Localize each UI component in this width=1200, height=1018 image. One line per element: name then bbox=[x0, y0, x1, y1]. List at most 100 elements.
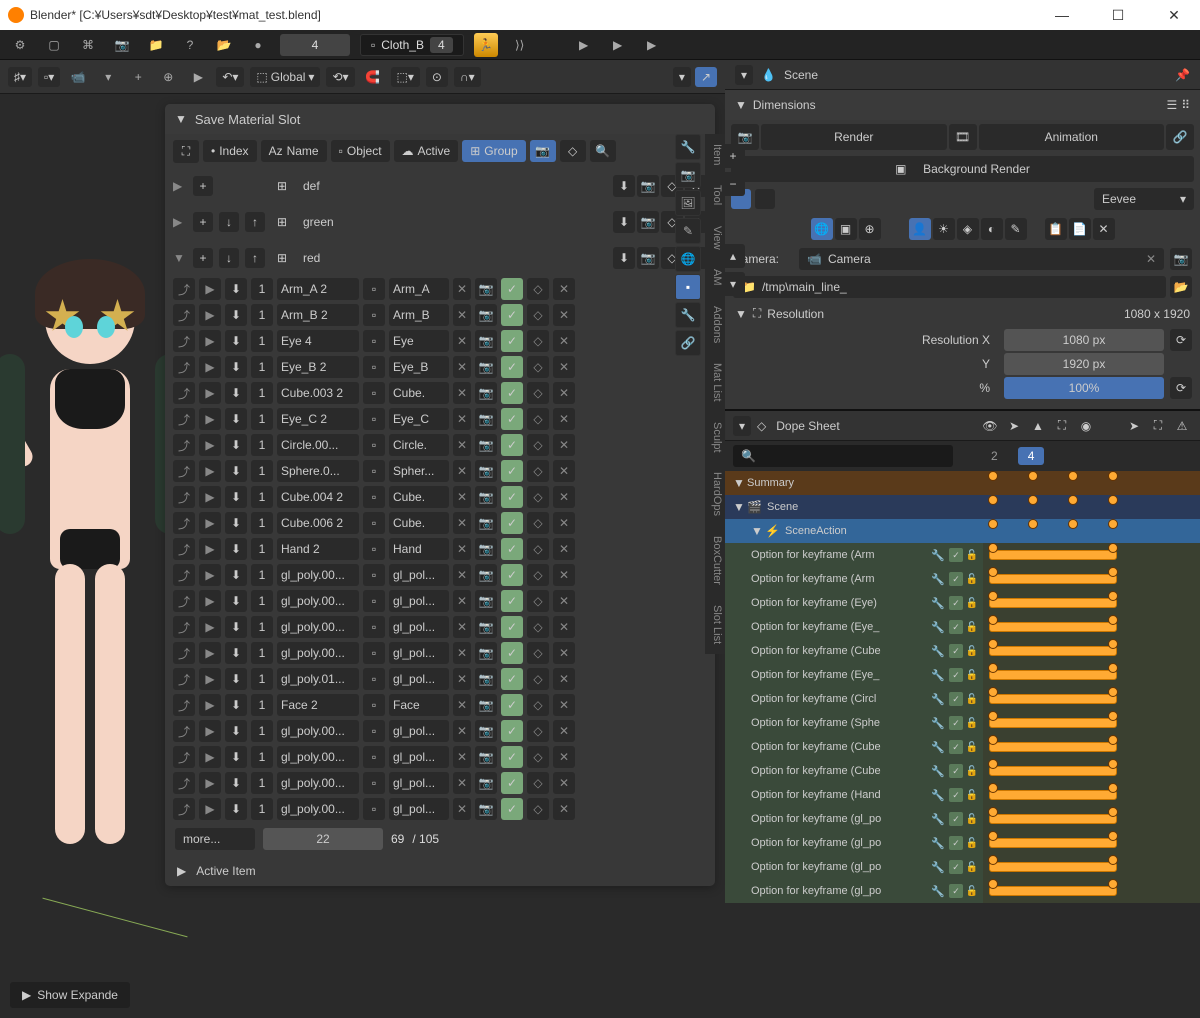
row-diamond-icon[interactable]: ◇ bbox=[527, 486, 549, 508]
track-lock-icon[interactable]: 🔓 bbox=[965, 644, 979, 658]
row-flag-icon[interactable]: ⤴ bbox=[173, 668, 195, 690]
row-material-name[interactable]: gl_pol... bbox=[389, 616, 449, 638]
row-camera-button[interactable]: 📷 bbox=[475, 512, 497, 534]
row-object-name[interactable]: Face 2 bbox=[277, 694, 359, 716]
camera-tab[interactable]: 📷 bbox=[530, 140, 556, 162]
vert-tab-item[interactable]: Item bbox=[705, 134, 725, 175]
row-camera-button[interactable]: 📷 bbox=[475, 746, 497, 768]
track-lock-icon[interactable]: 🔓 bbox=[965, 860, 979, 874]
row-play-icon[interactable]: ▶ bbox=[199, 746, 221, 768]
row-material-name[interactable]: Eye_C bbox=[389, 408, 449, 430]
row-play-icon[interactable]: ▶ bbox=[199, 330, 221, 352]
vert-tab-view[interactable]: View bbox=[705, 216, 725, 260]
row-camera-button[interactable]: 📷 bbox=[475, 330, 497, 352]
vert-tab-hardops[interactable]: HardOps bbox=[705, 462, 725, 526]
row-chk-icon[interactable]: ▫ bbox=[363, 590, 385, 612]
row-camera-button[interactable]: 📷 bbox=[475, 772, 497, 794]
row-flag-icon[interactable]: ⤴ bbox=[173, 616, 195, 638]
track-enable-checkbox[interactable]: ✓ bbox=[949, 596, 963, 610]
track-lock-icon[interactable]: 🔓 bbox=[965, 548, 979, 562]
row-object-name[interactable]: gl_poly.00... bbox=[277, 642, 359, 664]
row-checkbox[interactable]: ✓ bbox=[501, 408, 523, 430]
row-camera-button[interactable]: 📷 bbox=[475, 694, 497, 716]
row-checkbox[interactable]: ✓ bbox=[501, 694, 523, 716]
x-icon[interactable]: ✕ bbox=[1093, 218, 1115, 240]
render-button[interactable]: Render bbox=[761, 124, 947, 150]
row-flag-icon[interactable]: ⤴ bbox=[173, 720, 195, 742]
render-anim-icon[interactable]: 🎞 bbox=[949, 124, 977, 150]
track-enable-checkbox[interactable]: ✓ bbox=[949, 860, 963, 874]
down-icon[interactable]: ▾ bbox=[96, 65, 120, 89]
dope-track[interactable] bbox=[983, 495, 1200, 519]
row-delete-button[interactable]: ✕ bbox=[553, 720, 575, 742]
track-enable-checkbox[interactable]: ✓ bbox=[949, 716, 963, 730]
row-chk-icon[interactable]: ▫ bbox=[363, 798, 385, 820]
row-checkbox[interactable]: ✓ bbox=[501, 330, 523, 352]
row-play-icon[interactable]: ▶ bbox=[199, 304, 221, 326]
play-icon[interactable]: ▶ bbox=[186, 65, 210, 89]
row-object-name[interactable]: Cube.004 2 bbox=[277, 486, 359, 508]
row-material-name[interactable]: Circle. bbox=[389, 434, 449, 456]
row-play-icon[interactable]: ▶ bbox=[199, 460, 221, 482]
track-lock-icon[interactable]: 🔓 bbox=[965, 836, 979, 850]
row-object-name[interactable]: Sphere.0... bbox=[277, 460, 359, 482]
row-material-name[interactable]: Spher... bbox=[389, 460, 449, 482]
vert-tab-mat-list[interactable]: Mat List bbox=[705, 353, 725, 412]
row-chk-icon[interactable]: ▫ bbox=[363, 538, 385, 560]
row-camera-button[interactable]: 📷 bbox=[475, 434, 497, 456]
track-enable-checkbox[interactable]: ✓ bbox=[949, 836, 963, 850]
track-lock-icon[interactable]: 🔓 bbox=[965, 716, 979, 730]
frame-icon[interactable]: ⛶ bbox=[1052, 416, 1072, 436]
sun-icon[interactable]: ☀ bbox=[933, 218, 955, 240]
row-chk-icon[interactable]: ▫ bbox=[363, 278, 385, 300]
row-camera-button[interactable]: 📷 bbox=[475, 278, 497, 300]
row-download-button[interactable]: ⬇ bbox=[225, 694, 247, 716]
vert-tab-tool[interactable]: Tool bbox=[705, 175, 725, 215]
track-name[interactable]: Option for keyframe (Eye_ bbox=[751, 621, 927, 633]
row-flag-icon[interactable]: ⤴ bbox=[173, 772, 195, 794]
row-delete-button[interactable]: ✕ bbox=[553, 772, 575, 794]
active-object-dropdown[interactable]: ▫ Cloth_B 4 bbox=[360, 34, 464, 56]
row-camera-button[interactable]: 📷 bbox=[475, 668, 497, 690]
row-object-name[interactable]: gl_poly.00... bbox=[277, 590, 359, 612]
row-material-name[interactable]: Hand bbox=[389, 538, 449, 560]
row-chk-icon[interactable]: ▫ bbox=[363, 668, 385, 690]
row-object-name[interactable]: Eye_C 2 bbox=[277, 408, 359, 430]
row-clear-icon[interactable]: ✕ bbox=[453, 616, 471, 638]
row-checkbox[interactable]: ✓ bbox=[501, 720, 523, 742]
cursor2-icon[interactable]: ➤ bbox=[1004, 416, 1024, 436]
row-delete-button[interactable]: ✕ bbox=[553, 798, 575, 820]
row-checkbox[interactable]: ✓ bbox=[501, 668, 523, 690]
row-play-icon[interactable]: ▶ bbox=[199, 486, 221, 508]
add-icon[interactable]: + bbox=[126, 65, 150, 89]
row-delete-button[interactable]: ✕ bbox=[553, 434, 575, 456]
row-diamond-icon[interactable]: ◇ bbox=[527, 720, 549, 742]
track-lock-icon[interactable]: 🔓 bbox=[965, 620, 979, 634]
group-add-button[interactable]: + bbox=[193, 212, 213, 232]
row-chk-icon[interactable]: ▫ bbox=[363, 356, 385, 378]
row-diamond-icon[interactable]: ◇ bbox=[527, 538, 549, 560]
dope-track[interactable] bbox=[983, 855, 1200, 879]
row-material-name[interactable]: Arm_A bbox=[389, 278, 449, 300]
row-camera-button[interactable]: 📷 bbox=[475, 304, 497, 326]
warn-icon[interactable]: ⚠ bbox=[1172, 416, 1192, 436]
track-name[interactable]: Option for keyframe (Arm bbox=[751, 549, 927, 561]
dope-track[interactable] bbox=[983, 471, 1200, 495]
row-delete-button[interactable]: ✕ bbox=[553, 564, 575, 586]
row-delete-button[interactable]: ✕ bbox=[553, 486, 575, 508]
row-download-button[interactable]: ⬇ bbox=[225, 460, 247, 482]
row-material-name[interactable]: gl_pol... bbox=[389, 772, 449, 794]
mode3-icon[interactable]: ◈ bbox=[957, 218, 979, 240]
row-diamond-icon[interactable]: ◇ bbox=[527, 746, 549, 768]
row-checkbox[interactable]: ✓ bbox=[501, 486, 523, 508]
camera-view-icon[interactable]: 📹 bbox=[66, 65, 90, 89]
group-expand-icon[interactable]: ▼ bbox=[173, 251, 187, 265]
show-expanded-button[interactable]: ▶ Show Expande bbox=[10, 982, 130, 1008]
dope-search-input[interactable]: 🔍 bbox=[733, 445, 953, 467]
row-delete-button[interactable]: ✕ bbox=[553, 590, 575, 612]
row-object-name[interactable]: gl_poly.00... bbox=[277, 798, 359, 820]
row-delete-button[interactable]: ✕ bbox=[553, 694, 575, 716]
bg-render-button[interactable]: ▣ Background Render bbox=[731, 156, 1194, 182]
move-down-button[interactable]: ↓ bbox=[219, 212, 239, 232]
row-chk-icon[interactable]: ▫ bbox=[363, 460, 385, 482]
